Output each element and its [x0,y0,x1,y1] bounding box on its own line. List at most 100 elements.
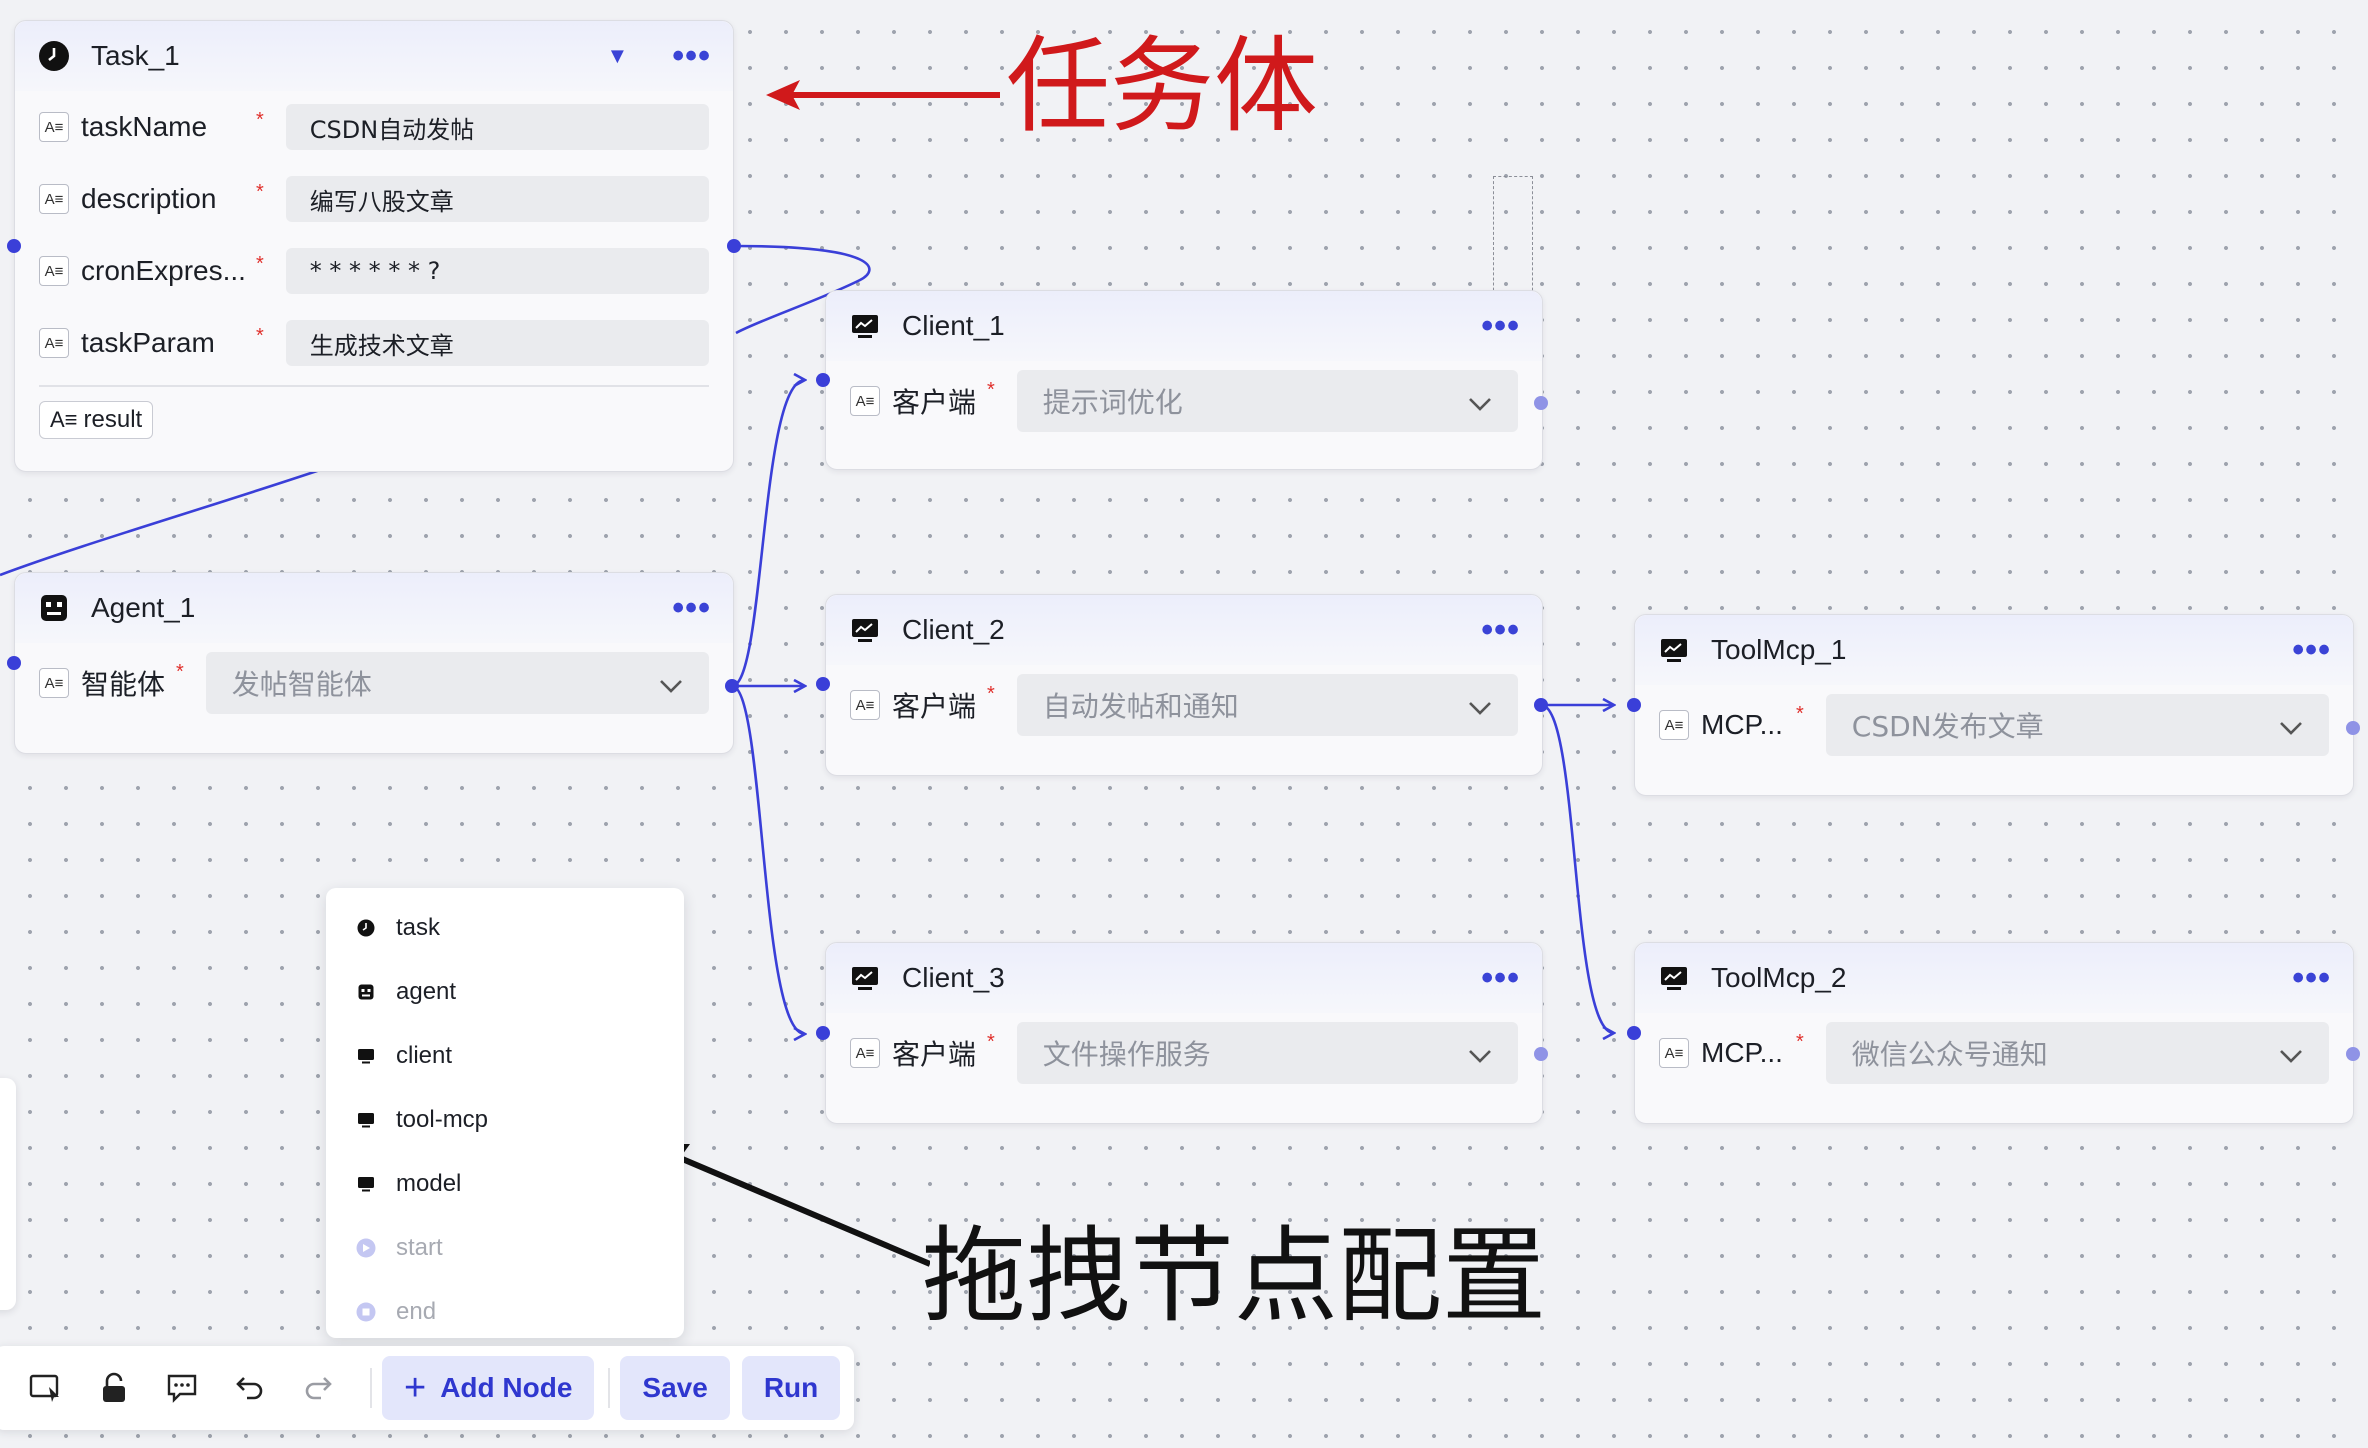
client-node-more-button[interactable]: ••• [1481,961,1520,995]
field-label: MCP... [1701,1037,1783,1068]
toolmcp-node-more-button[interactable]: ••• [2292,633,2331,667]
required-star: * [256,181,264,203]
client-node-header[interactable]: Client_3 ••• [826,943,1542,1013]
toolbar-divider [608,1368,611,1408]
menu-item-client[interactable]: client [326,1024,684,1088]
client-node-title: Client_1 [902,310,1005,341]
required-star: * [987,1031,995,1053]
result-label: result [83,405,143,433]
client-node-header[interactable]: Client_2 ••• [826,595,1542,665]
client-1-input-port[interactable] [816,373,830,387]
result-output-chip[interactable]: A≡ result [39,400,154,439]
agent-node-header[interactable]: Agent_1 ••• [15,573,733,643]
agent-output-port[interactable] [725,679,739,693]
save-button[interactable]: Save [620,1356,730,1420]
run-button[interactable]: Run [741,1356,841,1420]
client-node-title: Client_3 [902,962,1005,993]
client-node-2[interactable]: Client_2 ••• A≡ 客户端 * 自动发帖和通知 [825,594,1543,776]
agent-node-more-button[interactable]: ••• [672,591,711,625]
agent-select[interactable]: 发帖智能体 [205,652,709,714]
client-node-more-button[interactable]: ••• [1481,309,1520,343]
unlock-icon[interactable] [96,1370,132,1406]
task-output-port[interactable] [727,239,741,253]
task-node-title: Task_1 [91,40,180,71]
field-label: description [81,183,217,214]
add-node-button[interactable]: + Add Node [382,1356,595,1420]
toolmcp-2-output-port[interactable] [2346,1047,2360,1061]
client-3-output-port[interactable] [1534,1047,1548,1061]
menu-item-model[interactable]: model [326,1152,684,1216]
cron-expression-input[interactable]: * * * * * * ? [285,248,709,294]
menu-item-label: model [396,1170,462,1197]
task-name-input[interactable]: CSDN自动发帖 [285,104,709,150]
client-node-3[interactable]: Client_3 ••• A≡ 客户端 * 文件操作服务 [825,942,1543,1124]
menu-item-tool-mcp[interactable]: tool-mcp [326,1088,684,1152]
text-field-icon: A≡ [39,184,69,214]
client-select[interactable]: 文件操作服务 [1016,1022,1518,1084]
text-field-icon: A≡ [850,386,880,416]
menu-item-agent[interactable]: agent [326,960,684,1024]
required-star: * [176,661,184,683]
required-star: * [256,325,264,347]
field-label: taskName [81,111,208,142]
chevron-down-icon [659,667,683,700]
mcp-select[interactable]: CSDN发布文章 [1825,694,2329,756]
toolmcp-node-title: ToolMcp_2 [1711,962,1847,993]
menu-item-label: agent [396,978,457,1005]
side-panel-stub[interactable] [0,1078,16,1310]
client-3-input-port[interactable] [816,1026,830,1040]
task-node-more-button[interactable]: ••• [672,39,711,73]
agent-select-value: 发帖智能体 [231,668,372,701]
toolmcp-node-2[interactable]: ToolMcp_2 ••• A≡ MCP... * 微信公众号通知 [1634,942,2354,1124]
pointer-select-icon[interactable] [28,1370,64,1406]
undo-icon[interactable] [232,1370,268,1406]
toolmcp-1-output-port[interactable] [2346,721,2360,735]
client-node-header[interactable]: Client_1 ••• [826,291,1542,361]
client-1-output-port[interactable] [1534,396,1548,410]
text-field-icon: A≡ [50,406,78,432]
text-field-icon: A≡ [39,256,69,286]
client-select[interactable]: 提示词优化 [1016,370,1518,432]
mcp-select-value: CSDN发布文章 [1851,710,2044,743]
monitor-icon [848,961,882,995]
menu-item-label: end [396,1298,437,1325]
required-star: * [1796,1031,1804,1053]
menu-item-task[interactable]: task [326,896,684,960]
task-input-port[interactable] [7,239,21,253]
client-node-more-button[interactable]: ••• [1481,613,1520,647]
toolmcp-node-header[interactable]: ToolMcp_1 ••• [1635,615,2353,685]
comment-icon[interactable] [164,1370,200,1406]
plus-icon: + [404,1366,427,1409]
toolbar-divider [370,1368,372,1408]
client-2-input-port[interactable] [816,677,830,691]
mcp-select[interactable]: 微信公众号通知 [1825,1022,2329,1084]
collapse-caret-icon[interactable]: ▼ [607,43,629,69]
task-node[interactable]: Task_1 ▼ ••• A≡ taskName * CSDN自动发帖 A≡ d… [14,20,734,472]
toolmcp-node-more-button[interactable]: ••• [2292,961,2331,995]
toolmcp-node-1[interactable]: ToolMcp_1 ••• A≡ MCP... * CSDN发布文章 [1634,614,2354,796]
monitor-icon [356,1110,376,1130]
menu-item-end: end [326,1280,684,1344]
text-field-icon: A≡ [1659,1038,1689,1068]
required-star: * [256,253,264,275]
monitor-icon [848,613,882,647]
toolmcp-2-input-port[interactable] [1627,1026,1641,1040]
redo-icon[interactable] [300,1370,336,1406]
toolmcp-node-header[interactable]: ToolMcp_2 ••• [1635,943,2353,1013]
client-select[interactable]: 自动发帖和通知 [1016,674,1518,736]
toolmcp-1-input-port[interactable] [1627,698,1641,712]
task-param-input[interactable]: 生成技术文章 [285,320,709,366]
agent-input-port[interactable] [7,656,21,670]
robot-icon [37,591,71,625]
text-field-icon: A≡ [39,668,69,698]
task-node-header[interactable]: Task_1 ▼ ••• [15,21,733,91]
chevron-down-icon [2279,1037,2303,1070]
task-field-row: A≡ description * 编写八股文章 [15,163,733,235]
task-annotation-label: 任务体 [1006,25,1319,147]
description-input[interactable]: 编写八股文章 [285,176,709,222]
monitor-icon [356,1174,376,1194]
menu-item-start: start [326,1216,684,1280]
agent-node[interactable]: Agent_1 ••• A≡ 智能体 * 发帖智能体 [14,572,734,754]
client-node-1[interactable]: Client_1 ••• A≡ 客户端 * 提示词优化 [825,290,1543,470]
client-2-output-port[interactable] [1534,698,1548,712]
